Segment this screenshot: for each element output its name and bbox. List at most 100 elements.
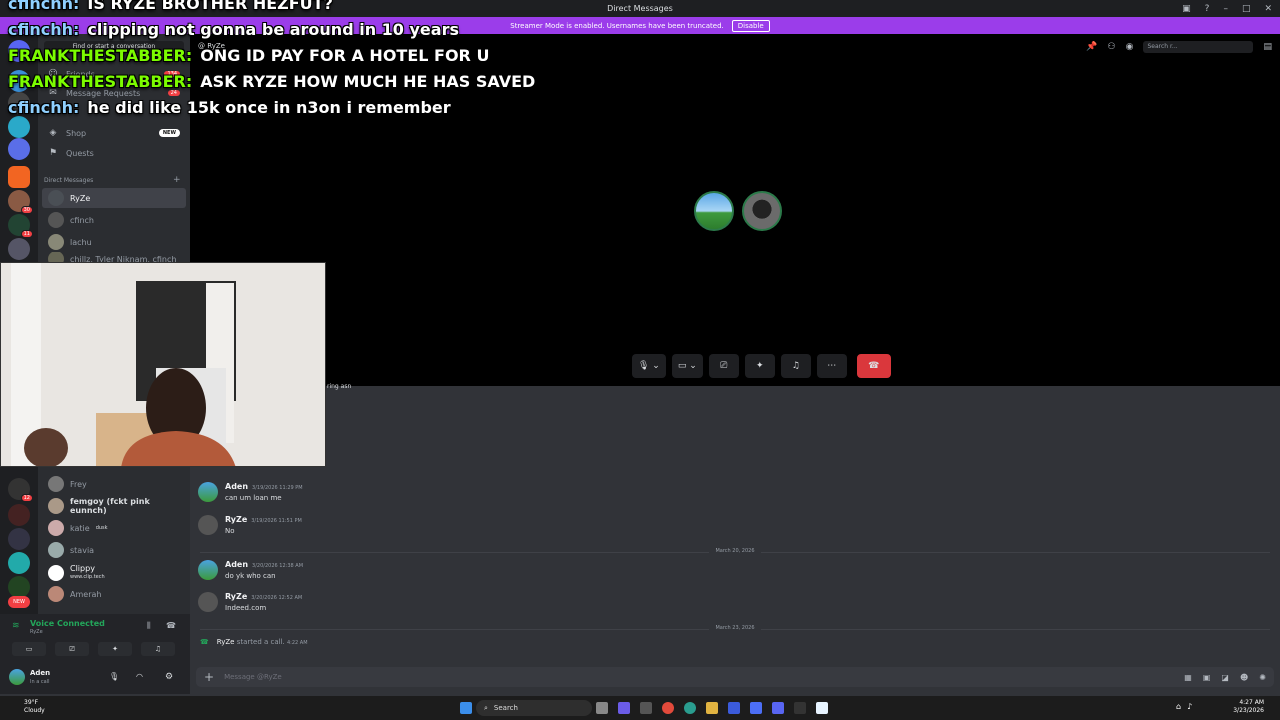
dm-item[interactable]: Amerah bbox=[42, 584, 186, 604]
search-input[interactable]: Search r... bbox=[1143, 41, 1254, 53]
message-time: 3/20/2026 12:38 AM bbox=[252, 563, 304, 569]
server-icon[interactable] bbox=[8, 552, 30, 574]
end-call-button[interactable]: ☎ bbox=[856, 354, 891, 378]
create-dm-icon[interactable]: + bbox=[173, 175, 181, 185]
gif-icon[interactable]: ▣ bbox=[1203, 673, 1211, 682]
minimize-button[interactable]: – bbox=[1223, 4, 1228, 14]
apps-icon[interactable]: ▦ bbox=[1184, 673, 1192, 682]
voice-channel[interactable]: RyZe bbox=[30, 629, 43, 635]
server-icon[interactable] bbox=[8, 576, 30, 598]
mic-toggle-button[interactable]: 🎙 ⌄ bbox=[632, 354, 666, 378]
webcam-image bbox=[1, 263, 325, 466]
attach-plus-icon[interactable]: + bbox=[204, 670, 214, 684]
message-author[interactable]: Aden bbox=[225, 482, 248, 491]
avatar[interactable] bbox=[198, 592, 218, 612]
disconnect-icon[interactable]: ☎ bbox=[166, 621, 176, 630]
inbox-tray-icon[interactable]: ▤ bbox=[1263, 42, 1272, 52]
avatar[interactable] bbox=[198, 482, 218, 502]
new-server-pill[interactable]: NEW bbox=[8, 596, 30, 608]
message-input[interactable]: + Message @RyZe ▦ ▣ ◪ ☻ ✺ bbox=[196, 667, 1274, 687]
avatar[interactable] bbox=[198, 515, 218, 535]
server-icon[interactable] bbox=[8, 528, 30, 550]
emoji-icon[interactable]: ☻ bbox=[1240, 673, 1248, 682]
soundboard-button[interactable]: ♫ bbox=[141, 642, 175, 656]
server-icon[interactable]: 30 bbox=[8, 190, 33, 214]
server-icon[interactable] bbox=[8, 238, 30, 260]
help-icon[interactable]: ? bbox=[1205, 4, 1210, 14]
sidebar-item-shop[interactable]: ◈ Shop NEW bbox=[42, 123, 186, 143]
avatar[interactable] bbox=[198, 560, 218, 580]
volume-icon[interactable]: ♪ bbox=[1187, 702, 1192, 711]
activity-button[interactable]: ✦ bbox=[744, 354, 775, 378]
dm-item[interactable]: cfinch bbox=[42, 210, 186, 230]
server-icon[interactable] bbox=[8, 138, 30, 160]
dm-item[interactable]: RyZe bbox=[42, 188, 186, 208]
activities-button[interactable]: ✦ bbox=[98, 642, 132, 656]
message-author[interactable]: RyZe bbox=[225, 515, 247, 524]
dm-name: stavia bbox=[70, 545, 95, 555]
headphones-icon[interactable]: ◠ bbox=[136, 672, 143, 681]
profile-icon[interactable]: ◉ bbox=[1126, 42, 1134, 52]
dm-item[interactable]: katie dusk bbox=[42, 518, 186, 538]
message-time: 3/19/2026 11:51 PM bbox=[251, 518, 302, 524]
screenshare-call-button[interactable]: ⎚ bbox=[708, 354, 739, 378]
settings-gear-icon[interactable]: ⚙ bbox=[165, 672, 173, 682]
chrome-icon[interactable] bbox=[662, 702, 674, 714]
soundboard-call-button[interactable]: ♫ bbox=[780, 354, 811, 378]
inbox-icon[interactable]: ▣ bbox=[1182, 4, 1191, 14]
camera-button[interactable]: ▭ bbox=[12, 642, 46, 656]
participant-avatar-ryze[interactable] bbox=[742, 191, 782, 231]
server-icon[interactable]: 12 bbox=[8, 478, 33, 502]
discord-icon[interactable] bbox=[772, 702, 784, 714]
dm-item[interactable]: femgoy (fckt pink eunnch) bbox=[42, 496, 186, 516]
signal-icon[interactable]: ≋ bbox=[12, 621, 20, 631]
app-icon[interactable] bbox=[640, 702, 652, 714]
server-icon[interactable] bbox=[8, 504, 30, 526]
clock-time: 4:27 AM bbox=[1239, 699, 1264, 706]
server-icon[interactable]: 11 bbox=[8, 214, 33, 238]
edge-icon[interactable] bbox=[684, 702, 696, 714]
dm-item[interactable]: lachu bbox=[42, 232, 186, 252]
more-options-button[interactable]: ⋯ bbox=[816, 354, 847, 378]
weather-widget[interactable]: 39°F Cloudy bbox=[8, 699, 45, 715]
date-divider-text: March 23, 2026 bbox=[709, 625, 761, 631]
overlay-chat-line: cfinchh: he did like 15k once in n3on i r… bbox=[8, 98, 708, 124]
participant-avatar-aden[interactable] bbox=[694, 191, 734, 231]
terminal-icon[interactable] bbox=[794, 702, 806, 714]
user-avatar[interactable] bbox=[9, 669, 25, 685]
server-icon[interactable] bbox=[8, 166, 30, 188]
app-icon[interactable] bbox=[750, 702, 762, 714]
pin-icon[interactable]: 📌 bbox=[1086, 42, 1097, 52]
task-view-icon[interactable] bbox=[596, 702, 608, 714]
screenshare-button[interactable]: ⎚ bbox=[55, 642, 89, 656]
maximize-button[interactable]: □ bbox=[1242, 4, 1251, 14]
close-button[interactable]: ✕ bbox=[1264, 4, 1272, 14]
message-author[interactable]: RyZe bbox=[225, 592, 247, 601]
mic-icon[interactable]: 🎙 bbox=[109, 672, 119, 681]
add-friend-icon[interactable]: ⚇ bbox=[1108, 42, 1116, 52]
sidebar-item-quests[interactable]: ⚑ Quests bbox=[42, 143, 186, 163]
dm-item[interactable]: Clippy www.clip.tech bbox=[42, 562, 186, 584]
network-icon[interactable]: ⌂ bbox=[1176, 702, 1181, 711]
noise-suppression-icon[interactable]: ⫼ bbox=[147, 621, 151, 631]
overlay-user: FRANKTHESTABBER: bbox=[8, 72, 193, 91]
message-author[interactable]: Aden bbox=[225, 560, 248, 569]
message-text: No bbox=[225, 527, 235, 535]
app-icon[interactable] bbox=[728, 702, 740, 714]
dm-item[interactable]: Frey bbox=[42, 474, 186, 494]
server-badge: 30 bbox=[20, 206, 33, 214]
taskbar-search[interactable]: ⌕ Search bbox=[476, 700, 592, 716]
disable-streamer-button[interactable]: Disable bbox=[731, 19, 770, 32]
call-note-author[interactable]: RyZe bbox=[217, 638, 235, 646]
chat-message: RyZe 3/19/2026 11:51 PM No bbox=[198, 515, 302, 535]
sticker-icon[interactable]: ◪ bbox=[1221, 673, 1229, 682]
dm-header: Direct Messages bbox=[44, 177, 94, 184]
start-button[interactable] bbox=[460, 702, 472, 714]
camera-toggle-button[interactable]: ▭ ⌄ bbox=[671, 354, 703, 378]
file-explorer-icon[interactable] bbox=[706, 702, 718, 714]
taskbar-clock[interactable]: 4:27 AM 3/23/2026 bbox=[1233, 699, 1264, 715]
app-icon[interactable] bbox=[816, 702, 828, 714]
dm-item[interactable]: stavia bbox=[42, 540, 186, 560]
copilot-icon[interactable] bbox=[618, 702, 630, 714]
nitro-icon[interactable]: ✺ bbox=[1259, 673, 1266, 682]
